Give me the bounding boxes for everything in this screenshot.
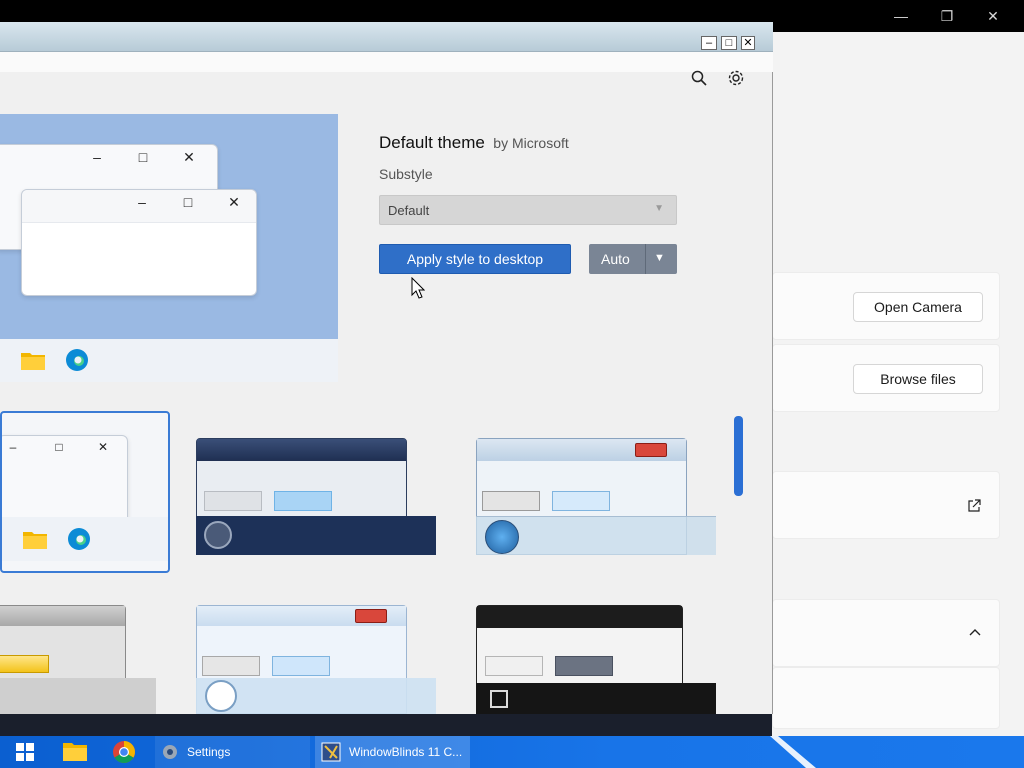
- thumb-close-icon: ✕: [97, 440, 109, 454]
- thumb-window: – □ ✕: [2, 435, 128, 525]
- search-icon[interactable]: [688, 67, 710, 89]
- substyle-label: Substyle: [379, 166, 433, 182]
- thumb-button-hover: [555, 656, 613, 676]
- taskbar-windowblinds[interactable]: WindowBlinds 11 C...: [315, 736, 470, 768]
- folder-icon: [21, 353, 45, 370]
- wb-header: [0, 52, 773, 72]
- thumb-button-hover: [274, 491, 332, 511]
- preview-maximize-icon: □: [138, 149, 148, 165]
- thumb-minimize-icon: –: [9, 440, 17, 454]
- chrome-icon[interactable]: [112, 740, 136, 764]
- taskbar-windowblinds-label: WindowBlinds 11 C...: [349, 745, 463, 759]
- settings-panel: Open Camera Browse files: [772, 32, 1024, 736]
- thumb-taskbar: [476, 516, 716, 555]
- thumb-titlebar: [0, 606, 125, 626]
- file-explorer-icon[interactable]: [62, 740, 88, 762]
- mouse-cursor-icon: [411, 277, 425, 299]
- preview-minimize-icon: –: [93, 149, 101, 165]
- minimize-icon[interactable]: —: [878, 0, 924, 32]
- chevron-down-icon: ▼: [654, 203, 664, 214]
- theme-thumbnail-dark-blue[interactable]: [196, 438, 436, 555]
- substyle-dropdown[interactable]: Default ▼: [379, 195, 677, 225]
- theme-thumbnail-aero[interactable]: [476, 438, 716, 555]
- edge-icon: [68, 528, 90, 550]
- restore-icon[interactable]: ❐: [924, 0, 970, 32]
- thumb-titlebar: [197, 439, 406, 461]
- close-icon[interactable]: ✕: [970, 0, 1016, 32]
- theme-thumbnail-silver[interactable]: [0, 605, 156, 714]
- browse-files-button[interactable]: Browse files: [853, 364, 983, 394]
- wb-maximize-icon[interactable]: □: [721, 36, 737, 50]
- windows-orb-icon: [485, 520, 519, 554]
- taskbar-settings-label: Settings: [187, 745, 231, 759]
- wb-close-icon[interactable]: ✕: [741, 36, 755, 50]
- settings-gear-icon: [163, 745, 177, 759]
- external-link-icon: [968, 499, 981, 512]
- thumb-close-icon: [635, 443, 667, 457]
- apply-style-button[interactable]: Apply style to desktop: [379, 244, 571, 274]
- thumb-button-hover: [552, 491, 610, 511]
- taskbar-settings[interactable]: Settings: [155, 736, 310, 768]
- open-camera-button[interactable]: Open Camera: [853, 292, 983, 322]
- thumb-taskbar: [196, 678, 436, 714]
- split-divider: [645, 244, 646, 274]
- auto-label: Auto: [601, 251, 630, 267]
- auto-split-button[interactable]: Auto ▼: [589, 244, 677, 274]
- folder-icon: [23, 532, 47, 549]
- preview-close-icon: ✕: [183, 149, 195, 165]
- gallery-scrollbar-thumb[interactable]: [734, 416, 743, 496]
- wb-minimize-icon[interactable]: –: [701, 36, 717, 50]
- windowblinds-titlebar: – □ ✕: [0, 22, 773, 52]
- thumb-button: [485, 656, 543, 676]
- thumb-taskbar: [2, 517, 168, 561]
- theme-thumbnail-default[interactable]: – □ ✕: [0, 411, 170, 573]
- edge-icon: [66, 349, 88, 371]
- theme-name: Default theme: [379, 133, 485, 152]
- thumb-button: [204, 491, 262, 511]
- thumb-button-hover: [272, 656, 330, 676]
- theme-author: by Microsoft: [493, 135, 569, 151]
- thumb-button: [482, 491, 540, 511]
- thumb-taskbar: [196, 516, 436, 555]
- thumb-maximize-icon: □: [55, 440, 63, 454]
- theme-preview: – □ ✕ – □ ✕: [0, 114, 338, 339]
- files-card: Browse files: [772, 344, 1000, 412]
- thumb-close-icon: [355, 609, 387, 623]
- thumb-taskbar: [0, 678, 156, 714]
- theme-heading: Default theme by Microsoft: [379, 133, 569, 153]
- thumb-titlebar: [477, 606, 682, 628]
- start-orb-icon: [205, 680, 237, 712]
- thumb-taskbar: [476, 683, 716, 714]
- preview-window-front: – □ ✕: [21, 189, 257, 296]
- start-orb-icon: [204, 521, 232, 549]
- windows-start-icon[interactable]: [16, 743, 34, 761]
- thumb-button-hover: [0, 655, 49, 673]
- windowblinds-window: – □ ✕ – □ ✕ – □ ✕ Default theme by Micro…: [0, 22, 773, 714]
- preview-maximize-icon: □: [183, 194, 193, 210]
- thumb-button: [202, 656, 260, 676]
- preview-minimize-icon: –: [138, 194, 146, 210]
- substyle-value: Default: [388, 203, 430, 218]
- preview-close-icon: ✕: [228, 194, 240, 210]
- taskbar: [0, 736, 1024, 768]
- gear-icon[interactable]: [725, 67, 747, 89]
- theme-thumbnail-light-blue[interactable]: [196, 605, 436, 714]
- windowblinds-icon: [321, 742, 341, 762]
- preview-taskbar: [0, 339, 338, 382]
- link-card[interactable]: [772, 471, 1000, 539]
- expander-content: [772, 667, 1000, 729]
- camera-card: Open Camera: [772, 272, 1000, 340]
- chevron-up-icon: [969, 629, 981, 636]
- start-icon: [490, 690, 508, 708]
- dropdown-arrow-icon[interactable]: ▼: [654, 252, 665, 264]
- wallpaper-streak: [770, 736, 816, 768]
- theme-thumbnail-dark[interactable]: [476, 605, 716, 714]
- expander-card[interactable]: [772, 599, 1000, 667]
